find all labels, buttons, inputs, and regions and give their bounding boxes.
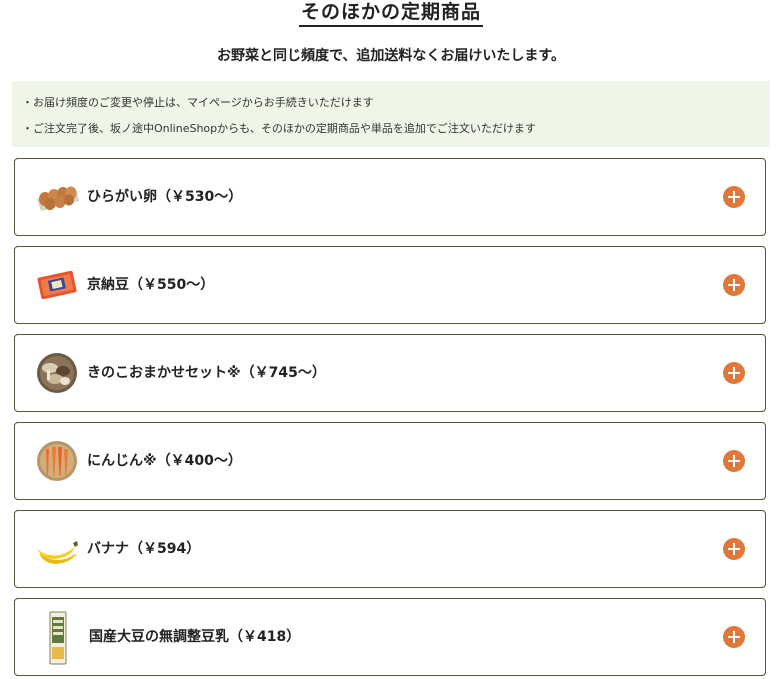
banana-icon xyxy=(35,529,79,569)
product-label: きのこおまかせセット※（￥745～） xyxy=(87,365,326,381)
expand-plus-icon[interactable] xyxy=(723,362,745,384)
product-accordion-eggs[interactable]: ひらがい卵（￥530～） xyxy=(14,158,766,236)
expand-plus-icon[interactable] xyxy=(723,274,745,296)
eggs-icon xyxy=(35,177,79,217)
expand-plus-icon[interactable] xyxy=(723,450,745,472)
product-label: にんじん※（￥400～） xyxy=(87,453,242,469)
product-accordion-banana[interactable]: バナナ（￥594） xyxy=(14,510,766,588)
carrot-icon xyxy=(35,441,79,481)
section-title: そのほかの定期商品 xyxy=(298,0,483,27)
section-subtitle: お野菜と同じ頻度で、追加送料なくお届けいたします。 xyxy=(216,48,566,64)
note-item: ・お届け頻度のご変更や停止は、マイページからお手続きいただけます xyxy=(22,96,374,109)
expand-plus-icon[interactable] xyxy=(723,538,745,560)
product-accordion-soymilk[interactable]: 国産大豆の無調整豆乳（￥418） xyxy=(14,598,766,676)
product-accordion-natto[interactable]: 京納豆（￥550～） xyxy=(14,246,766,324)
mushroom-icon xyxy=(35,353,79,393)
soymilk-icon xyxy=(35,611,79,665)
note-item: ・ご注文完了後、坂ノ途中OnlineShopからも、そのほかの定期商品や単品を追… xyxy=(22,122,536,135)
product-accordion-carrot[interactable]: にんじん※（￥400～） xyxy=(14,422,766,500)
product-label: ひらがい卵（￥530～） xyxy=(87,189,243,205)
expand-plus-icon[interactable] xyxy=(723,186,745,208)
product-label: 国産大豆の無調整豆乳（￥418） xyxy=(89,629,301,645)
notes-box: ・お届け頻度のご変更や停止は、マイページからお手続きいただけます ・ご注文完了後… xyxy=(12,81,770,147)
expand-plus-icon[interactable] xyxy=(723,626,745,648)
natto-icon xyxy=(35,265,79,305)
section-header: そのほかの定期商品 xyxy=(0,0,782,27)
product-label: バナナ（￥594） xyxy=(87,541,201,557)
product-accordion-mushroom[interactable]: きのこおまかせセット※（￥745～） xyxy=(14,334,766,412)
product-label: 京納豆（￥550～） xyxy=(87,277,215,293)
